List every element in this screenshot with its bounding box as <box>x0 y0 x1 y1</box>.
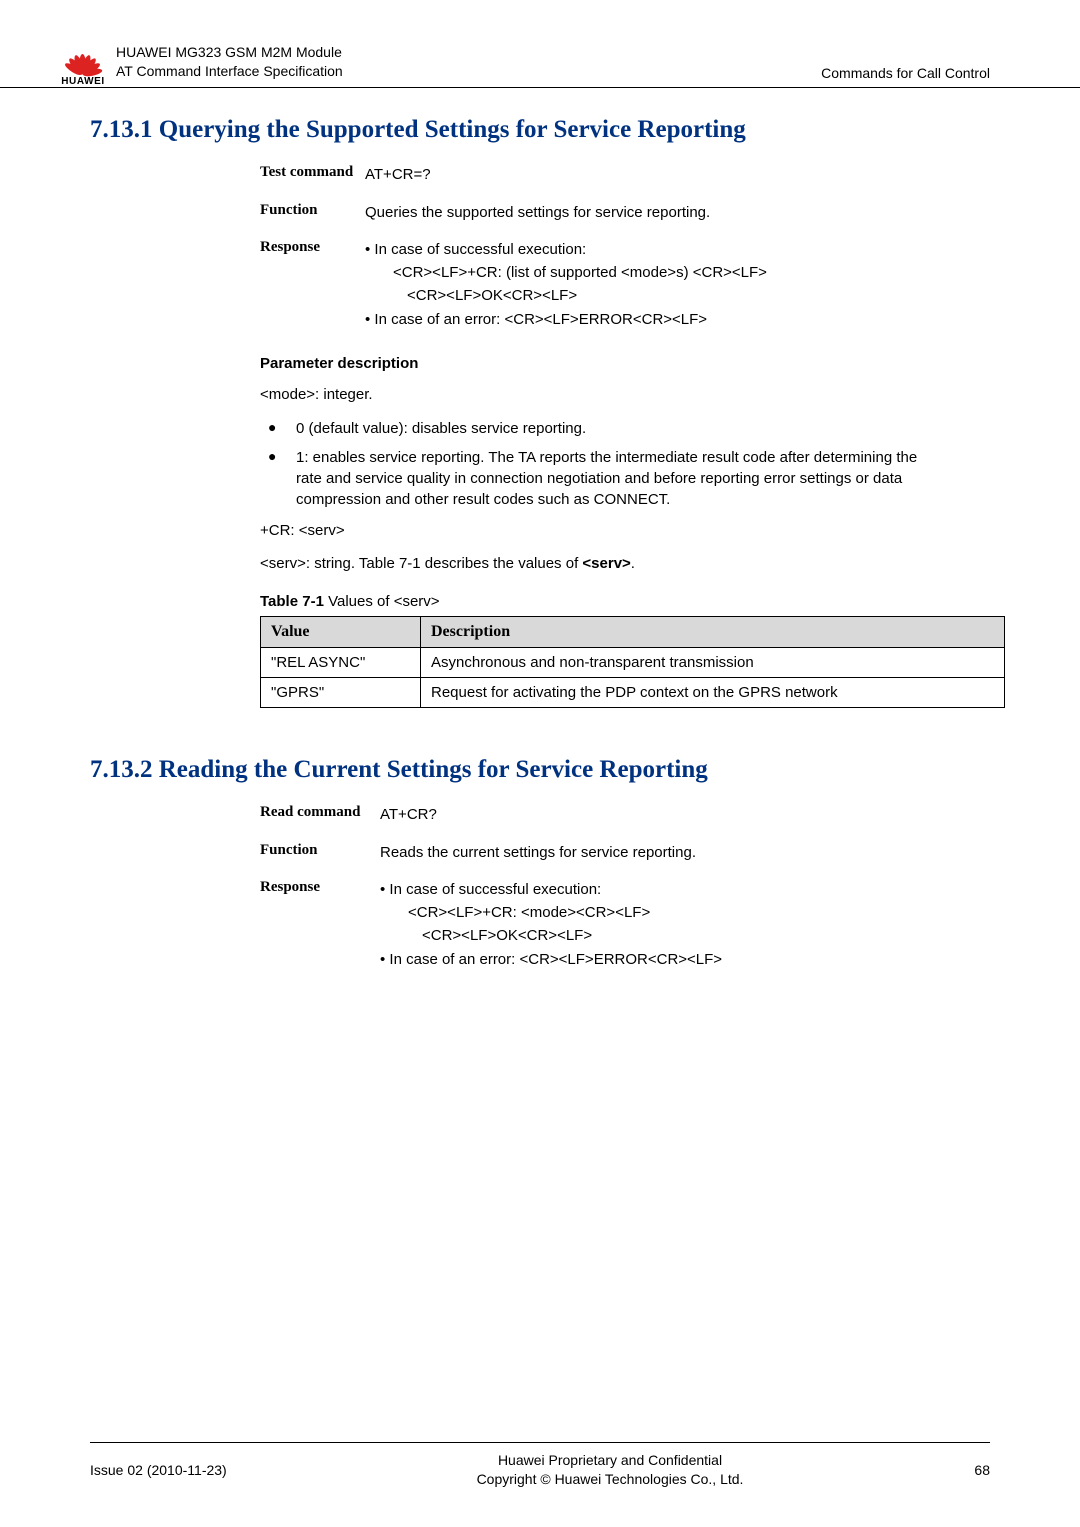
table-7-1-caption: Table 7-1 Values of <serv> <box>260 593 990 610</box>
huawei-logo-icon <box>60 40 106 74</box>
value-response: • In case of successful execution: <CR><… <box>365 238 980 331</box>
footer-issue: Issue 02 (2010-11-23) <box>90 1462 310 1478</box>
mode-intro: <mode>: integer. <box>260 384 960 406</box>
label-response: Response <box>260 238 365 331</box>
value-read-command: AT+CR? <box>380 803 980 826</box>
bullet-icon: ● <box>260 418 296 439</box>
read-command-block: Read command AT+CR? Function Reads the c… <box>260 803 980 971</box>
label-function: Function <box>260 201 365 224</box>
serv-description: <serv>: string. Table 7-1 describes the … <box>260 553 960 575</box>
header-line1: HUAWEI MG323 GSM M2M Module <box>116 43 821 62</box>
huawei-logo: HUAWEI <box>60 40 106 87</box>
value-function: Reads the current settings for service r… <box>380 841 980 864</box>
footer-center-line1: Huawei Proprietary and Confidential <box>310 1451 910 1470</box>
label-response: Response <box>260 878 380 971</box>
cr-serv-line: +CR: <serv> <box>260 520 960 542</box>
cell-value: "GPRS" <box>261 678 421 708</box>
cell-desc: Request for activating the PDP context o… <box>421 678 1005 708</box>
table-row: "GPRS" Request for activating the PDP co… <box>261 678 1005 708</box>
footer-page-number: 68 <box>910 1462 990 1478</box>
response-bullet-success: • In case of successful execution: <box>380 878 980 901</box>
cell-desc: Asynchronous and non-transparent transmi… <box>421 648 1005 678</box>
table-caption-rest: Values of <serv> <box>328 593 439 610</box>
th-value: Value <box>261 617 421 648</box>
list-item: ● 1: enables service reporting. The TA r… <box>260 447 940 510</box>
response-line1: <CR><LF>+CR: (list of supported <mode>s)… <box>365 261 980 284</box>
bullet-icon: ● <box>260 447 296 510</box>
response-bullet-error: • In case of an error: <CR><LF>ERROR<CR>… <box>380 948 980 971</box>
test-command-block: Test command AT+CR=? Function Queries th… <box>260 163 980 331</box>
label-function: Function <box>260 841 380 864</box>
section-7-13-2-heading: 7.13.2 Reading the Current Settings for … <box>90 754 990 785</box>
footer-center-line2: Copyright © Huawei Technologies Co., Ltd… <box>310 1470 910 1489</box>
table-header-row: Value Description <box>261 617 1005 648</box>
section-7-13-1-heading: 7.13.1 Querying the Supported Settings f… <box>90 114 990 145</box>
list-item-text: 1: enables service reporting. The TA rep… <box>296 447 940 510</box>
header-right: Commands for Call Control <box>821 65 990 87</box>
page-footer: Issue 02 (2010-11-23) Huawei Proprietary… <box>90 1442 990 1489</box>
serv-desc-bold: <serv> <box>582 555 630 572</box>
value-test-command: AT+CR=? <box>365 163 980 186</box>
response-bullet-success: • In case of successful execution: <box>365 238 980 261</box>
serv-desc-pre: <serv>: string. Table 7-1 describes the … <box>260 555 582 572</box>
response-line2: <CR><LF>OK<CR><LF> <box>380 924 980 947</box>
table-caption-bold: Table 7-1 <box>260 593 328 610</box>
response-bullet-error: • In case of an error: <CR><LF>ERROR<CR>… <box>365 308 980 331</box>
label-read-command: Read command <box>260 803 380 826</box>
page-header: HUAWEI HUAWEI MG323 GSM M2M Module AT Co… <box>0 0 1080 88</box>
th-description: Description <box>421 617 1005 648</box>
huawei-logo-text: HUAWEI <box>61 76 105 87</box>
label-test-command: Test command <box>260 163 365 186</box>
value-response: • In case of successful execution: <CR><… <box>380 878 980 971</box>
serv-values-table: Value Description "REL ASYNC" Asynchrono… <box>260 616 1005 708</box>
response-line1: <CR><LF>+CR: <mode><CR><LF> <box>380 901 980 924</box>
table-row: "REL ASYNC" Asynchronous and non-transpa… <box>261 648 1005 678</box>
mode-value-list: ● 0 (default value): disables service re… <box>260 418 940 510</box>
header-line2: AT Command Interface Specification <box>116 62 821 81</box>
header-titles: HUAWEI MG323 GSM M2M Module AT Command I… <box>116 43 821 87</box>
list-item-text: 0 (default value): disables service repo… <box>296 418 586 439</box>
parameter-description-heading: Parameter description <box>260 355 990 372</box>
value-function: Queries the supported settings for servi… <box>365 201 980 224</box>
list-item: ● 0 (default value): disables service re… <box>260 418 940 439</box>
response-line2: <CR><LF>OK<CR><LF> <box>365 284 980 307</box>
cell-value: "REL ASYNC" <box>261 648 421 678</box>
footer-center: Huawei Proprietary and Confidential Copy… <box>310 1451 910 1489</box>
